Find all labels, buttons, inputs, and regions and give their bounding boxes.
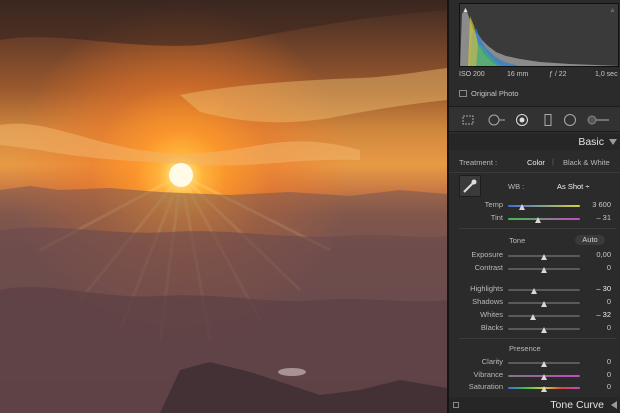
- highlight-clipping-icon[interactable]: ▲: [609, 7, 616, 14]
- expand-triangle-icon[interactable]: [611, 401, 617, 409]
- exposure-value[interactable]: 0,00: [581, 250, 611, 259]
- temp-label: Temp: [484, 200, 503, 209]
- focal-readout: 16 mm: [507, 71, 529, 78]
- original-photo-label: Original Photo: [471, 89, 519, 98]
- blacks-value[interactable]: 0: [581, 323, 611, 332]
- saturation-label: Saturation: [468, 382, 503, 391]
- contrast-slider-handle[interactable]: [541, 267, 547, 273]
- radial-filter-icon[interactable]: [563, 114, 577, 126]
- treatment-divider: |: [552, 157, 554, 166]
- clarity-label: Clarity: [481, 357, 503, 366]
- shutter-readout: 1,0 sec: [595, 71, 618, 78]
- highlights-slider[interactable]: [508, 289, 580, 291]
- divider: [449, 172, 620, 173]
- vibrance-slider-handle[interactable]: [541, 374, 547, 380]
- whites-label: Whites: [480, 310, 503, 319]
- photo-preview[interactable]: [0, 0, 447, 413]
- presence-section-label: Presence: [509, 344, 541, 353]
- treatment-label: Treatment :: [459, 158, 498, 167]
- panel-toggle-icon[interactable]: [453, 402, 459, 408]
- shadow-clipping-icon[interactable]: ▲: [462, 7, 469, 14]
- vibrance-label: Vibrance: [473, 370, 503, 379]
- develop-panel: ▲ ▲ ISO 200 16 mm ƒ / 22 1,0 sec Origina…: [447, 0, 620, 413]
- adjustment-brush-icon[interactable]: [587, 114, 611, 126]
- blacks-slider-handle[interactable]: [541, 327, 547, 333]
- clarity-value[interactable]: 0: [581, 357, 611, 366]
- graduated-filter-icon[interactable]: [541, 114, 555, 126]
- shadows-label: Shadows: [472, 297, 503, 306]
- shadows-slider-handle[interactable]: [541, 301, 547, 307]
- highlights-label: Highlights: [470, 284, 503, 293]
- shadows-value[interactable]: 0: [581, 297, 611, 306]
- original-photo-checkbox[interactable]: [459, 90, 467, 97]
- divider: [459, 338, 616, 339]
- histogram[interactable]: ▲ ▲: [459, 3, 619, 67]
- white-balance-picker[interactable]: [459, 175, 481, 197]
- saturation-slider-handle[interactable]: [541, 386, 547, 392]
- contrast-label: Contrast: [474, 263, 503, 272]
- red-eye-icon[interactable]: [515, 114, 529, 126]
- temp-slider-handle[interactable]: [519, 204, 525, 210]
- basic-panel-header[interactable]: Basic: [449, 134, 620, 150]
- tone-curve-panel-header[interactable]: Tone Curve: [449, 397, 620, 413]
- wb-label: WB :: [508, 182, 525, 191]
- basic-panel-title: Basic: [578, 136, 604, 148]
- aperture-readout: ƒ / 22: [549, 71, 567, 78]
- whites-value[interactable]: – 32: [581, 310, 611, 319]
- treatment-color-button[interactable]: Color: [527, 158, 545, 167]
- tint-slider-handle[interactable]: [535, 217, 541, 223]
- crop-icon[interactable]: [461, 114, 475, 126]
- tint-label: Tint: [490, 213, 503, 222]
- collapse-triangle-icon[interactable]: [609, 139, 617, 145]
- saturation-value[interactable]: 0: [581, 382, 611, 391]
- highlights-slider-handle[interactable]: [531, 288, 537, 294]
- iso-readout: ISO 200: [459, 71, 485, 78]
- blacks-label: Blacks: [480, 323, 503, 332]
- tone-section-label: Tone: [509, 236, 526, 245]
- tint-value[interactable]: – 31: [581, 213, 611, 222]
- eyedropper-icon: [463, 179, 477, 193]
- tool-strip: [449, 106, 620, 132]
- wb-select[interactable]: As Shot ÷: [557, 182, 589, 191]
- treatment-bw-button[interactable]: Black & White: [563, 158, 610, 167]
- vibrance-value[interactable]: 0: [581, 370, 611, 379]
- sunset-image: [0, 0, 447, 413]
- whites-slider-handle[interactable]: [530, 314, 536, 320]
- highlights-value[interactable]: – 30: [581, 284, 611, 293]
- exposure-slider-handle[interactable]: [541, 254, 547, 260]
- tone-curve-title: Tone Curve: [550, 399, 604, 411]
- auto-tone-button[interactable]: Auto: [575, 235, 605, 245]
- temp-value[interactable]: 3 600: [581, 200, 611, 209]
- whites-slider[interactable]: [508, 315, 580, 317]
- contrast-value[interactable]: 0: [581, 263, 611, 272]
- tint-slider[interactable]: [508, 218, 580, 220]
- clarity-slider-handle[interactable]: [541, 361, 547, 367]
- spot-removal-icon[interactable]: [487, 114, 507, 126]
- divider: [459, 228, 616, 229]
- exposure-label: Exposure: [471, 250, 503, 259]
